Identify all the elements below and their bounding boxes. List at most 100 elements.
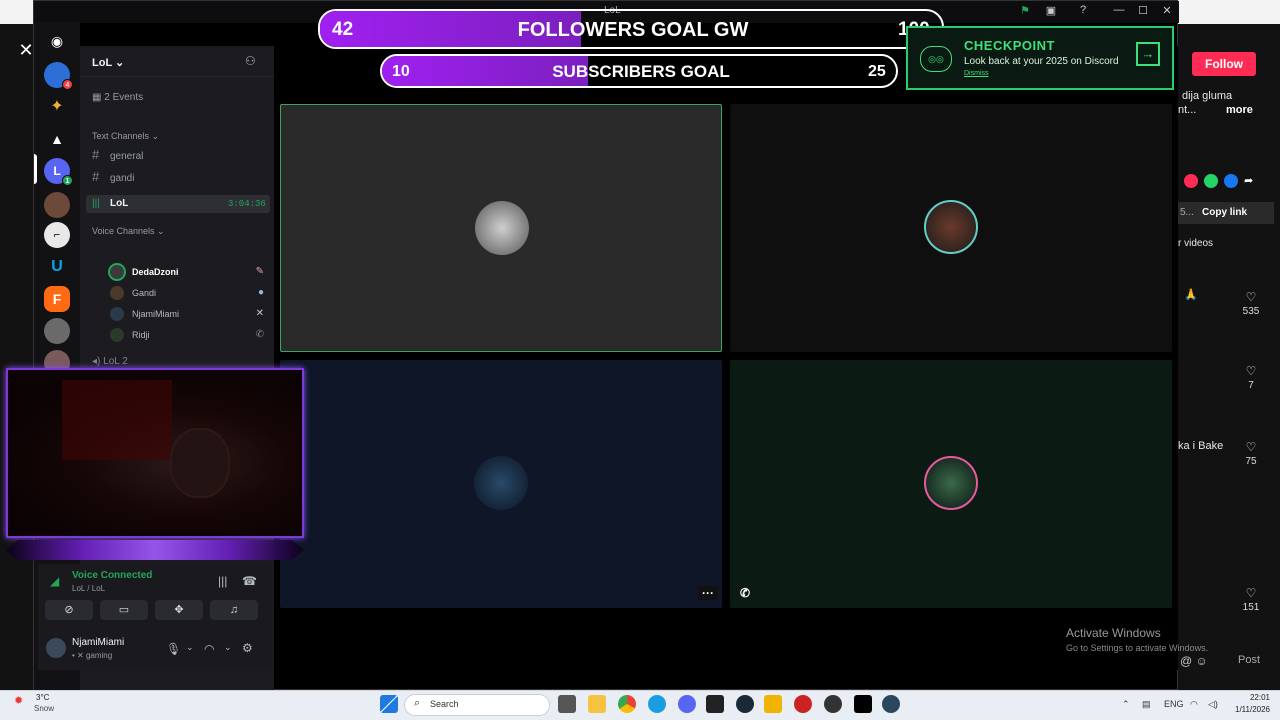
clock-date[interactable]: 1/11/2026 [1222, 705, 1270, 714]
voice-connected-status: Voice Connected [72, 570, 153, 581]
chevron-down-icon[interactable]: ⌄ [186, 642, 194, 653]
mute-icon[interactable]: ✆ [736, 586, 754, 600]
avatar[interactable] [46, 638, 66, 658]
channel-label: general [110, 151, 144, 162]
mention-icon[interactable]: @ ☺ [1180, 654, 1208, 668]
voice-member[interactable]: Ridji ✆ [110, 326, 270, 344]
language-indicator[interactable]: ENG [1164, 699, 1184, 709]
server-icon[interactable]: U [44, 254, 70, 280]
clock-time[interactable]: 22:01 [1226, 693, 1270, 702]
voice-location: LoL / LoL [72, 584, 106, 593]
edge-icon[interactable] [648, 695, 666, 713]
steam-icon[interactable] [882, 695, 900, 713]
maximize-button[interactable]: ☐ [1134, 4, 1152, 17]
more-options-icon[interactable]: ··· [698, 586, 718, 600]
soundboard-button[interactable]: ♫ [210, 600, 258, 620]
post-button[interactable]: Post [1238, 654, 1260, 666]
wifi-icon[interactable]: ◠ [1190, 699, 1198, 710]
flag-icon[interactable]: ⚑ [1016, 4, 1034, 17]
close-button[interactable]: ✕ [1158, 4, 1176, 17]
discord-taskbar-icon[interactable] [678, 695, 696, 713]
tiktok-icon[interactable] [854, 695, 872, 713]
member-name: NjamiMiami [132, 309, 179, 319]
video-tile[interactable]: ··· [280, 360, 722, 608]
creator-videos-tab[interactable]: r videos [1178, 238, 1213, 249]
app-icon[interactable] [794, 695, 812, 713]
sparkle-icon[interactable]: ✦ [44, 94, 70, 120]
camera-off-button[interactable]: ⊘ [45, 600, 93, 620]
activities-button[interactable]: ✥ [155, 600, 203, 620]
chrome-icon[interactable] [618, 695, 636, 713]
microphone-icon[interactable]: 🎙︎ [166, 642, 181, 656]
server-icon[interactable]: ⌐ [44, 222, 70, 248]
network-icon[interactable]: ▤ [1142, 699, 1151, 710]
channel-general[interactable]: # general [92, 145, 268, 165]
channel-gandi[interactable]: # gandi [92, 167, 268, 187]
more-link[interactable]: more [1226, 104, 1253, 116]
video-tile[interactable] [280, 104, 722, 352]
screen-share-button[interactable]: ▭ [100, 600, 148, 620]
file-explorer-icon[interactable] [588, 695, 606, 713]
heart-icon[interactable]: ♡ [1236, 290, 1266, 304]
video-tile[interactable] [730, 104, 1172, 352]
avatar [110, 328, 124, 342]
chevron-down-icon[interactable]: ⌄ [224, 642, 232, 653]
obs-icon[interactable] [824, 695, 842, 713]
tray-chevron-icon[interactable]: ⌃ [1122, 699, 1130, 710]
like-count: 7 [1248, 380, 1254, 391]
steam-icon[interactable] [736, 695, 754, 713]
disconnect-icon[interactable]: ☎ [242, 574, 257, 588]
server-icon[interactable] [44, 192, 70, 218]
copy-link-button[interactable]: 5... Copy link [1178, 202, 1274, 224]
server-icon[interactable] [44, 318, 70, 344]
server-icon[interactable]: ▲ [44, 126, 70, 152]
server-icon[interactable]: 4 [44, 62, 73, 90]
signal-icon[interactable]: ◢ [50, 574, 59, 588]
mute-icon: ✆ [255, 329, 264, 340]
facebook-icon[interactable] [1224, 174, 1238, 188]
weather-icon[interactable]: ✹ [14, 694, 30, 710]
epic-games-icon[interactable] [706, 695, 724, 713]
windows-start-icon[interactable] [380, 695, 398, 713]
goal-target: 25 [868, 63, 886, 80]
server-icon[interactable]: F [44, 286, 70, 312]
noise-suppression-icon[interactable]: ||| [218, 574, 227, 588]
user-name: NjamiMiami [72, 637, 125, 648]
share-arrow-icon[interactable]: ➦ [1244, 174, 1258, 188]
video-tile[interactable]: ✆ [730, 360, 1172, 608]
voice-member[interactable]: Gandi ● [110, 284, 270, 302]
discord-home-icon[interactable]: ◉ [44, 28, 70, 54]
heart-icon[interactable]: ♡ [1236, 440, 1266, 454]
voice-member[interactable]: NjamiMiami ✕ [110, 305, 270, 323]
voice-member[interactable]: DedaDzoni ✎ [110, 263, 270, 281]
heart-icon[interactable]: ♡ [1236, 586, 1266, 600]
inbox-icon[interactable]: ▣ [1042, 4, 1060, 17]
whatsapp-icon[interactable] [1204, 174, 1218, 188]
user-status: • ✕ gaming [72, 651, 113, 660]
heart-icon[interactable]: ♡ [1236, 364, 1266, 378]
checkpoint-title: CHECKPOINT [964, 38, 1055, 53]
headphones-icon[interactable]: ◠ [204, 642, 214, 656]
minimize-button[interactable]: — [1110, 4, 1128, 16]
checkpoint-banner[interactable]: ◎◎ CHECKPOINT Look back at your 2025 on … [906, 26, 1174, 90]
follow-button[interactable]: Follow [1192, 52, 1256, 76]
task-view-icon[interactable] [558, 695, 576, 713]
voice-channels-category[interactable]: Voice Channels ⌄ [92, 226, 165, 237]
help-icon[interactable]: ? [1074, 4, 1092, 16]
tiktok-side-panel: Follow dija gluma nt... more ➦ 5... Copy… [1178, 24, 1280, 690]
webcam-light [62, 380, 172, 460]
checkpoint-logo-icon: ◎◎ [920, 46, 952, 72]
arrow-right-icon[interactable]: → [1136, 42, 1160, 66]
settings-gear-icon[interactable]: ⚙ [242, 641, 253, 655]
dismiss-link[interactable]: Dismiss [964, 70, 989, 77]
text-channels-category[interactable]: Text Channels ⌄ [92, 131, 159, 142]
events-link[interactable]: ▦ 2 Events [92, 92, 143, 103]
server-name[interactable]: LoL ⌄ [92, 56, 124, 69]
rockstar-icon[interactable] [764, 695, 782, 713]
invite-icon[interactable]: ⚇ [245, 54, 256, 68]
taskbar-search[interactable] [404, 694, 550, 716]
speaker-icon[interactable]: ◁) [1208, 699, 1218, 710]
server-icon-lol[interactable]: L1 [44, 158, 73, 186]
avatar [474, 456, 528, 510]
share-app-icon[interactable] [1184, 174, 1198, 188]
